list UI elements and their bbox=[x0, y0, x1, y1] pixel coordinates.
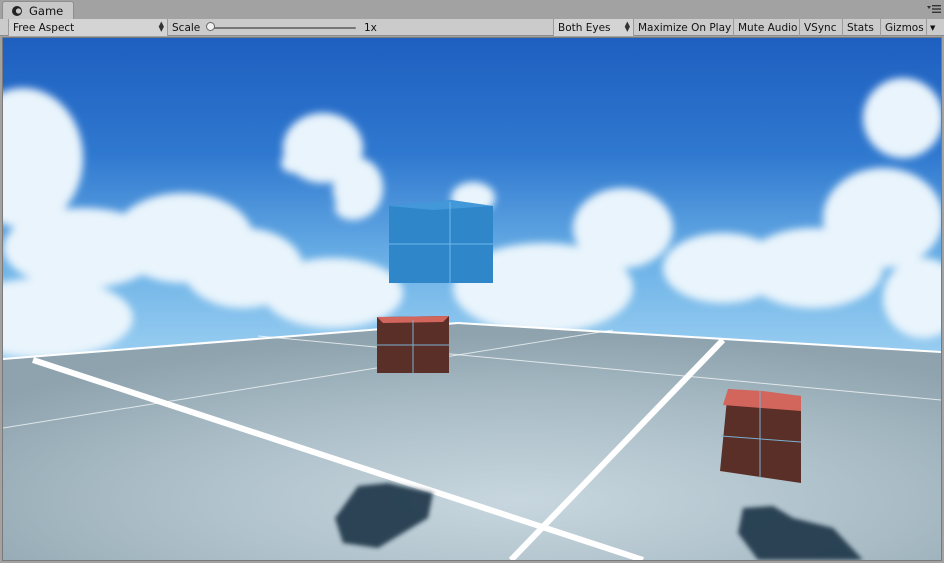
stats-label: Stats bbox=[847, 21, 874, 34]
mute-label: Mute Audio bbox=[738, 21, 798, 34]
gizmos-label: Gizmos bbox=[885, 21, 924, 34]
eyes-dropdown[interactable]: Both Eyes ▲ ▼ bbox=[554, 19, 634, 36]
aspect-label: Free Aspect bbox=[13, 21, 75, 34]
scale-label: Scale bbox=[172, 21, 201, 34]
dropdown-arrows-icon: ▲ ▼ bbox=[158, 20, 164, 33]
dropdown-arrows-icon: ▲ ▼ bbox=[624, 20, 630, 33]
scale-slider-track[interactable] bbox=[212, 27, 356, 29]
gizmos-toggle[interactable]: Gizmos bbox=[881, 19, 927, 36]
maximize-on-play-toggle[interactable]: Maximize On Play bbox=[634, 19, 734, 36]
stats-toggle[interactable]: Stats bbox=[843, 19, 881, 36]
vsync-toggle[interactable]: VSync bbox=[800, 19, 843, 36]
brown-cube-center bbox=[377, 316, 449, 373]
eyes-label: Both Eyes bbox=[558, 21, 611, 34]
scale-slider-thumb[interactable] bbox=[206, 22, 215, 31]
brown-cube-right bbox=[720, 389, 802, 483]
panel-menu-icon[interactable] bbox=[927, 3, 941, 15]
maximize-label: Maximize On Play bbox=[638, 21, 732, 34]
dropdown-triangle-icon: ▼ bbox=[930, 23, 936, 32]
mute-audio-toggle[interactable]: Mute Audio bbox=[734, 19, 800, 36]
game-viewport[interactable] bbox=[2, 37, 942, 561]
game-window: Game Free Aspect ▲ ▼ Scale 1x Both Eyes ▲… bbox=[0, 0, 944, 563]
tab-label: Game bbox=[29, 3, 64, 18]
tab-bar: Game bbox=[0, 0, 944, 20]
floating-blue-cube bbox=[389, 200, 493, 283]
game-toolbar: Free Aspect ▲ ▼ Scale 1x Both Eyes ▲ ▼ Max… bbox=[0, 19, 944, 36]
vsync-label: VSync bbox=[804, 21, 837, 34]
game-scene bbox=[3, 38, 941, 560]
scale-value: 1x bbox=[358, 19, 398, 36]
tab-game[interactable]: Game bbox=[2, 1, 74, 19]
game-controller-icon bbox=[11, 5, 23, 17]
gizmos-dropdown[interactable]: ▼ bbox=[927, 19, 941, 36]
aspect-dropdown[interactable]: Free Aspect ▲ ▼ bbox=[8, 19, 168, 36]
scale-value-text: 1x bbox=[364, 21, 377, 34]
